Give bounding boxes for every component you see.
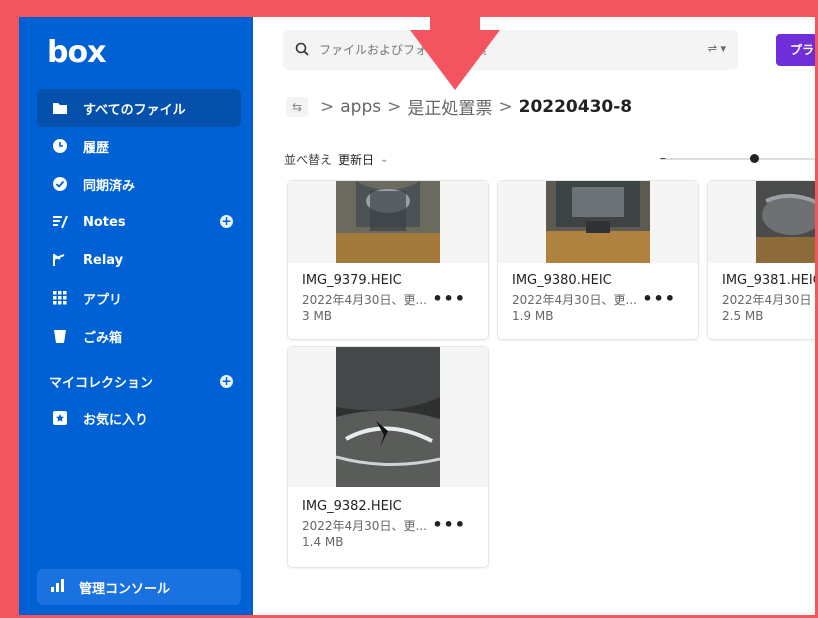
sidebar-nav: すべてのファイル 履歴 同期済み Notes + Relay アプリ ごみ箱 マ…: [19, 89, 253, 437]
sidebar-item-label: Relay: [83, 252, 124, 268]
file-thumbnail[interactable]: [708, 181, 818, 263]
chevron-down-icon[interactable]: ⌄: [380, 154, 388, 165]
sidebar-item-label: アプリ: [83, 292, 123, 308]
favorites-icon: [51, 409, 69, 427]
breadcrumb: ⇆ > apps > 是正処置票 > 20220430-8: [286, 94, 632, 119]
breadcrumb-separator: >: [498, 96, 513, 117]
search-icon: [295, 41, 309, 60]
sidebar-item-trash[interactable]: ごみ箱: [37, 317, 241, 355]
add-note-button[interactable]: +: [220, 215, 233, 228]
zoom-slider[interactable]: –: [660, 151, 818, 165]
sidebar-item-history[interactable]: 履歴: [37, 127, 241, 165]
sidebar-item-label: 同期済み: [83, 178, 136, 194]
sort-label: 並べ替え: [284, 153, 333, 167]
file-modified: 2022年4月30日: [722, 293, 812, 307]
add-collection-button[interactable]: +: [220, 375, 233, 388]
sidebar-item-label: ごみ箱: [83, 330, 123, 346]
file-size: 1.4 MB: [302, 535, 344, 549]
section-title-label: マイコレクション: [49, 375, 154, 391]
notes-icon: [51, 213, 69, 231]
file-name[interactable]: IMG_9382.HEIC: [302, 499, 402, 514]
file-thumbnail-image: [756, 181, 818, 263]
file-card-img-9379[interactable]: IMG_9379.HEIC 2022年4月30日、更... 3 MB •••: [287, 180, 489, 340]
more-options-icon[interactable]: •••: [432, 289, 466, 308]
sidebar-item-label: 管理コンソール: [79, 581, 171, 597]
sidebar-item-favorites[interactable]: お気に入り: [37, 399, 241, 437]
bar-chart-icon: [51, 578, 65, 596]
search-bar[interactable]: ⇌ ▾: [283, 30, 738, 70]
box-logo[interactable]: box: [47, 35, 106, 70]
trash-icon: [51, 327, 69, 345]
filter-options-icon[interactable]: ⇌ ▾: [708, 42, 726, 55]
my-collections-title: マイコレクション +: [37, 363, 241, 399]
sidebar-item-notes[interactable]: Notes +: [37, 203, 241, 241]
breadcrumb-item-current: 20220430-8: [518, 96, 633, 117]
file-modified: 2022年4月30日、更...: [302, 519, 427, 533]
check-circle-icon: [51, 175, 69, 193]
sort-value[interactable]: 更新日: [338, 151, 374, 168]
folder-icon: [51, 99, 69, 117]
annotation-top-border: [0, 0, 818, 14]
more-options-icon[interactable]: •••: [642, 289, 676, 308]
breadcrumb-separator: >: [387, 96, 402, 117]
breadcrumb-item-corrective-action[interactable]: 是正処置票: [407, 94, 492, 119]
file-card-img-9380[interactable]: IMG_9380.HEIC 2022年4月30日、更... 1.9 MB •••: [497, 180, 699, 340]
file-name[interactable]: IMG_9379.HEIC: [302, 273, 402, 288]
upgrade-button[interactable]: プラ: [776, 34, 818, 66]
file-card-img-9382[interactable]: IMG_9382.HEIC 2022年4月30日、更... 1.4 MB •••: [287, 346, 489, 568]
file-size: 2.5 MB: [722, 309, 764, 323]
clock-icon: [51, 137, 69, 155]
sidebar-item-admin-console[interactable]: 管理コンソール: [37, 569, 241, 605]
zoom-out-icon[interactable]: –: [660, 151, 666, 165]
sidebar-item-synced[interactable]: 同期済み: [37, 165, 241, 203]
file-name[interactable]: IMG_9381.HEIC: [722, 273, 818, 288]
file-thumbnail-image: [336, 347, 440, 487]
zoom-slider-handle[interactable]: [750, 154, 759, 163]
sidebar-item-label: お気に入り: [83, 412, 149, 428]
sidebar-item-apps[interactable]: アプリ: [37, 279, 241, 317]
annotation-left-border: [0, 0, 16, 618]
file-size: 1.9 MB: [512, 309, 554, 323]
more-options-icon[interactable]: •••: [432, 515, 466, 534]
file-modified: 2022年4月30日、更...: [302, 293, 427, 307]
file-name[interactable]: IMG_9380.HEIC: [512, 273, 612, 288]
sidebar-item-label: Notes: [83, 214, 126, 230]
grid-icon: [51, 289, 69, 307]
folder-tree-icon[interactable]: ⇆: [286, 96, 308, 117]
relay-icon: [51, 251, 69, 269]
sidebar-item-label: 履歴: [83, 140, 110, 156]
sort-control[interactable]: 並べ替え 更新日 ⌄: [284, 151, 388, 168]
file-modified: 2022年4月30日、更...: [512, 293, 637, 307]
breadcrumb-item-apps[interactable]: apps: [340, 97, 381, 117]
sidebar-item-all-files[interactable]: すべてのファイル: [37, 89, 241, 127]
sidebar-item-label: すべてのファイル: [83, 102, 186, 118]
file-size: 3 MB: [302, 309, 333, 323]
breadcrumb-separator: >: [320, 96, 335, 117]
file-thumbnail[interactable]: [288, 347, 488, 487]
file-thumbnail[interactable]: [498, 181, 698, 263]
sidebar: box すべてのファイル 履歴 同期済み Notes + Relay アプリ ご…: [19, 17, 253, 615]
file-thumbnail-image: [336, 181, 440, 263]
sidebar-item-relay[interactable]: Relay: [37, 241, 241, 279]
file-thumbnail[interactable]: [288, 181, 488, 263]
file-thumbnail-image: [546, 181, 650, 263]
file-card-img-9381[interactable]: IMG_9381.HEIC 2022年4月30日 2.5 MB: [707, 180, 818, 340]
annotation-arrow-icon: [410, 0, 500, 90]
